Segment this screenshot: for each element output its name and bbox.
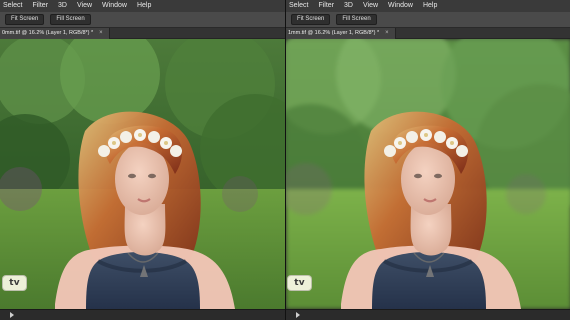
menu-window[interactable]: Window: [388, 0, 413, 12]
right-photoshop-pane: Select Filter 3D View Window Help Fit Sc…: [285, 0, 570, 320]
document-tab-bar: 1mm.tif @ 16.2% (Layer 1, RGB/8*) * ×: [286, 27, 570, 39]
document-tab-label: 0mm.tif @ 16.2% (Layer 1, RGB/8*) *: [2, 30, 94, 36]
menu-view[interactable]: View: [363, 0, 378, 12]
menu-3d[interactable]: 3D: [344, 0, 353, 12]
document-canvas[interactable]: tv: [0, 39, 285, 309]
menu-filter[interactable]: Filter: [32, 0, 48, 12]
close-icon[interactable]: ×: [99, 28, 103, 39]
scroll-arrow-icon[interactable]: [10, 312, 14, 318]
fit-screen-button[interactable]: Fit Screen: [291, 14, 331, 25]
portrait-photo: [0, 39, 285, 309]
close-icon[interactable]: ×: [385, 28, 389, 39]
menu-help[interactable]: Help: [137, 0, 151, 12]
bottom-bar: [0, 309, 285, 320]
menu-bar: Select Filter 3D View Window Help: [286, 0, 570, 12]
scroll-arrow-icon[interactable]: [296, 312, 300, 318]
menu-filter[interactable]: Filter: [318, 0, 334, 12]
portrait-photo: [286, 39, 570, 309]
fit-screen-button[interactable]: Fit Screen: [5, 14, 45, 25]
menu-3d[interactable]: 3D: [58, 0, 67, 12]
document-tab-bar: 0mm.tif @ 16.2% (Layer 1, RGB/8*) * ×: [0, 27, 285, 39]
bottom-bar: [286, 309, 570, 320]
menu-view[interactable]: View: [77, 0, 92, 12]
split-photoshop-comparison: Select Filter 3D View Window Help Fit Sc…: [0, 0, 570, 320]
tv-watermark: tv: [287, 275, 312, 291]
menu-bar: Select Filter 3D View Window Help: [0, 0, 285, 12]
left-photoshop-pane: Select Filter 3D View Window Help Fit Sc…: [0, 0, 285, 320]
document-canvas[interactable]: tv: [286, 39, 570, 309]
fill-screen-button[interactable]: Fill Screen: [336, 14, 377, 25]
menu-select[interactable]: Select: [289, 0, 308, 12]
menu-select[interactable]: Select: [3, 0, 22, 12]
tv-watermark: tv: [2, 275, 27, 291]
document-tab[interactable]: 0mm.tif @ 16.2% (Layer 1, RGB/8*) * ×: [0, 27, 110, 39]
options-bar: Fit Screen Fill Screen: [0, 12, 285, 28]
document-tab[interactable]: 1mm.tif @ 16.2% (Layer 1, RGB/8*) * ×: [286, 27, 396, 39]
fill-screen-button[interactable]: Fill Screen: [50, 14, 91, 25]
menu-window[interactable]: Window: [102, 0, 127, 12]
options-bar: Fit Screen Fill Screen: [286, 12, 570, 28]
document-tab-label: 1mm.tif @ 16.2% (Layer 1, RGB/8*) *: [288, 30, 380, 36]
menu-help[interactable]: Help: [423, 0, 437, 12]
